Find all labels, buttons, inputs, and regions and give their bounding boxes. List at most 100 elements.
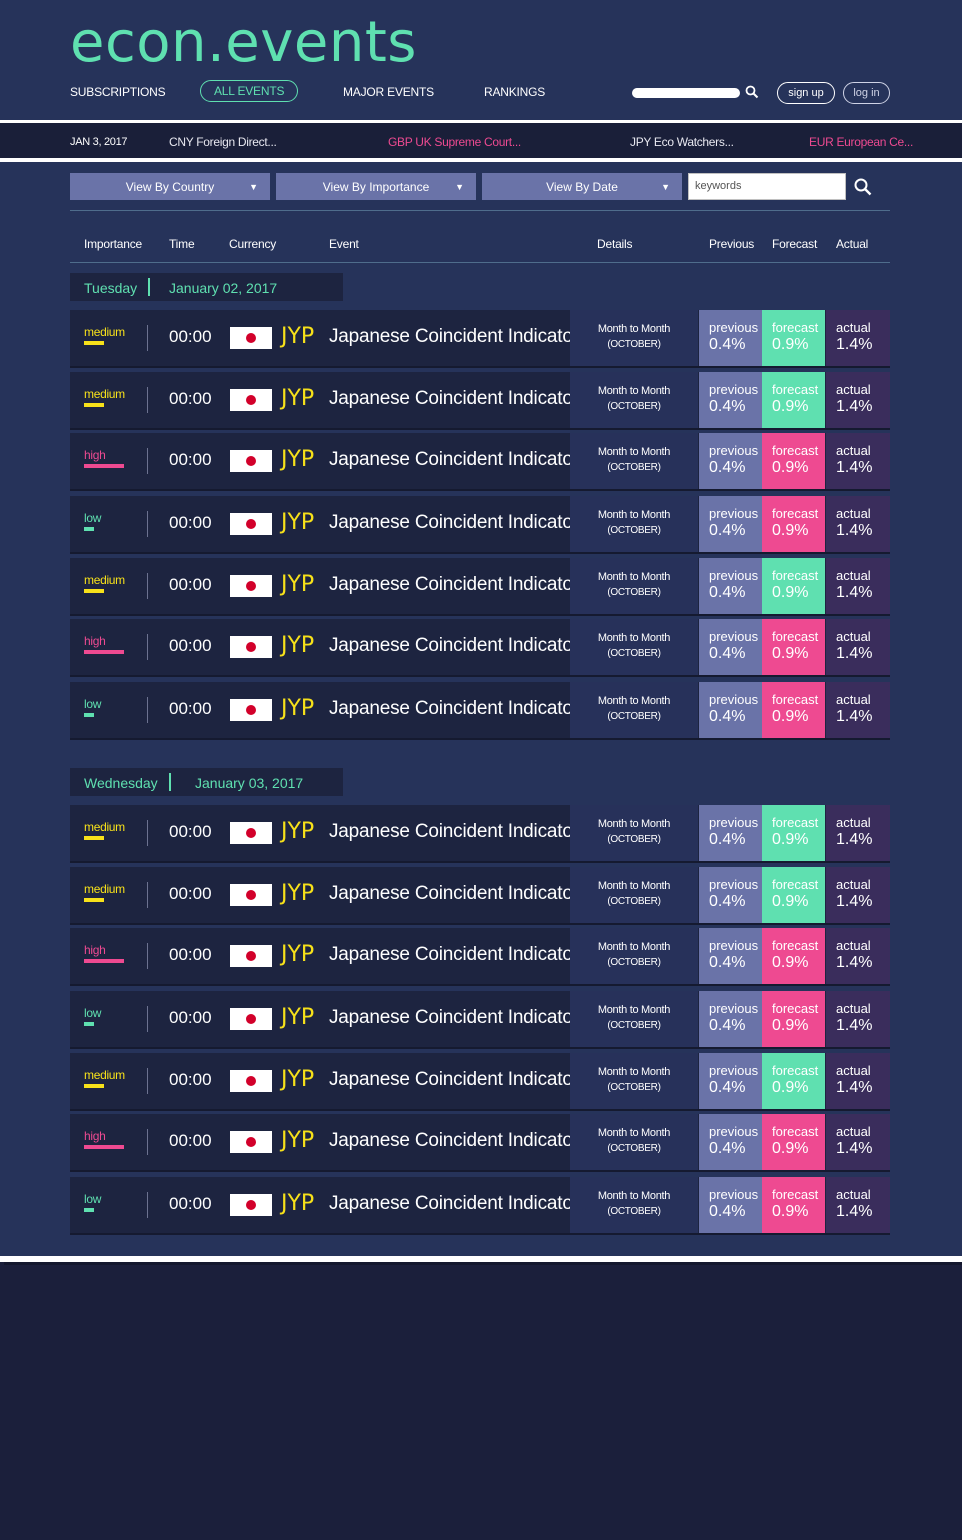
search-icon[interactable] xyxy=(854,178,872,196)
event-row[interactable]: low 00:00 JYP Japanese Coincident Indicator… xyxy=(70,991,890,1047)
nav-subscriptions[interactable]: SUBSCRIPTIONS xyxy=(70,85,166,99)
importance-bar xyxy=(84,589,104,593)
event-row[interactable]: high 00:00 JYP Japanese Coincident Indicato… xyxy=(70,1114,890,1170)
nav-rankings[interactable]: RANKINGS xyxy=(484,85,545,99)
ticker-item[interactable]: CNY Foreign Direct... xyxy=(169,135,277,149)
previous-label: previous xyxy=(709,938,759,953)
previous-label: previous xyxy=(709,692,759,707)
site-logo[interactable]: econ.events xyxy=(70,10,417,75)
details-period: Month to Month xyxy=(597,695,671,707)
actual-label: actual xyxy=(836,320,871,335)
event-time: 00:00 xyxy=(169,1008,212,1027)
currency-code: JYP xyxy=(281,942,315,967)
actual-value-box: actual 1.4% xyxy=(826,805,890,861)
col-time[interactable]: Time xyxy=(169,237,195,251)
sign-up-button[interactable]: sign up xyxy=(777,82,835,104)
event-name[interactable]: Japanese Coincident Indicator xyxy=(329,1069,579,1091)
header-search-input[interactable] xyxy=(632,88,740,98)
actual-value: 1.4% xyxy=(836,893,873,910)
previous-label: previous xyxy=(709,568,759,583)
flag-disc xyxy=(246,456,256,466)
event-name[interactable]: Japanese Coincident Indicator xyxy=(329,326,579,348)
details-period: Month to Month xyxy=(597,1127,671,1139)
flag-disc xyxy=(246,642,256,652)
ticker-item[interactable]: EUR European Ce... xyxy=(809,135,913,149)
event-name[interactable]: Japanese Coincident Indicator xyxy=(329,635,579,657)
actual-label: actual xyxy=(836,382,871,397)
col-actual[interactable]: Actual xyxy=(836,237,868,251)
actual-value-box: actual 1.4% xyxy=(826,928,890,984)
event-name[interactable]: Japanese Coincident Indicator xyxy=(329,388,579,410)
event-name[interactable]: Japanese Coincident Indicator xyxy=(329,883,579,905)
event-name[interactable]: Japanese Coincident Indicator xyxy=(329,944,579,966)
event-row[interactable]: low 00:00 JYP Japanese Coincident Indicator… xyxy=(70,682,890,738)
event-name[interactable]: Japanese Coincident Indicator xyxy=(329,574,579,596)
forecast-value-box: forecast 0.9% xyxy=(762,991,825,1047)
event-row[interactable]: high 00:00 JYP Japanese Coincident Indicato… xyxy=(70,928,890,984)
event-name[interactable]: Japanese Coincident Indicator xyxy=(329,821,579,843)
nav-major-events[interactable]: MAJOR EVENTS xyxy=(343,85,434,99)
ticker-item[interactable]: JPY Eco Watchers... xyxy=(630,135,734,149)
forecast-label: forecast xyxy=(772,1124,819,1139)
col-importance[interactable]: Importance xyxy=(84,237,142,251)
event-row[interactable]: high 00:00 JYP Japanese Coincident Indicato… xyxy=(70,619,890,675)
row-separator xyxy=(147,1068,148,1094)
importance-label: low xyxy=(84,1192,102,1206)
ticker-date: JAN 3, 2017 xyxy=(70,136,128,148)
event-row[interactable]: high 00:00 JYP Japanese Coincident Indicato… xyxy=(70,433,890,489)
forecast-label: forecast xyxy=(772,815,819,830)
forecast-label: forecast xyxy=(772,1001,819,1016)
event-name[interactable]: Japanese Coincident Indicator xyxy=(329,1130,579,1152)
details-month: (OCTOBER) xyxy=(607,401,661,412)
event-name[interactable]: Japanese Coincident Indicator xyxy=(329,698,579,720)
event-row[interactable]: medium 00:00 JYP Japanese Coincident Indica… xyxy=(70,867,890,923)
event-details: Month to Month (OCTOBER) xyxy=(570,682,698,738)
previous-label: previous xyxy=(709,382,759,397)
row-separator xyxy=(147,573,148,599)
japan-flag-icon xyxy=(230,945,272,967)
actual-value: 1.4% xyxy=(836,708,873,725)
col-event[interactable]: Event xyxy=(329,237,359,251)
actual-value: 1.4% xyxy=(836,522,873,539)
filter-date-select[interactable]: View By Date ▼ xyxy=(482,173,682,200)
ticker-item[interactable]: GBP UK Supreme Court... xyxy=(388,135,521,149)
event-details: Month to Month (OCTOBER) xyxy=(570,867,698,923)
japan-flag-icon xyxy=(230,822,272,844)
previous-value-box: previous 0.4% xyxy=(699,1114,762,1170)
event-details: Month to Month (OCTOBER) xyxy=(570,928,698,984)
event-details: Month to Month (OCTOBER) xyxy=(570,310,698,366)
filter-country-select[interactable]: View By Country ▼ xyxy=(70,173,270,200)
event-row[interactable]: low 00:00 JYP Japanese Coincident Indicator… xyxy=(70,1177,890,1233)
previous-label: previous xyxy=(709,815,759,830)
actual-value-box: actual 1.4% xyxy=(826,1177,890,1233)
news-ticker: JAN 3, 2017 CNY Foreign Direct... GBP UK… xyxy=(0,120,962,162)
event-row[interactable]: medium 00:00 JYP Japanese Coincident Indica… xyxy=(70,558,890,614)
keywords-input[interactable]: keywords xyxy=(688,173,846,200)
header-search-icon[interactable] xyxy=(745,85,759,99)
event-row[interactable]: medium 00:00 JYP Japanese Coincident Indica… xyxy=(70,310,890,366)
event-name[interactable]: Japanese Coincident Indicator xyxy=(329,512,579,534)
previous-value: 0.4% xyxy=(709,522,746,539)
forecast-label: forecast xyxy=(772,506,819,521)
event-row[interactable]: medium 00:00 JYP Japanese Coincident Indica… xyxy=(70,805,890,861)
forecast-label: forecast xyxy=(772,629,819,644)
col-forecast[interactable]: Forecast xyxy=(772,237,817,251)
event-time: 00:00 xyxy=(169,575,212,594)
col-previous[interactable]: Previous xyxy=(709,237,754,251)
event-name[interactable]: Japanese Coincident Indicator xyxy=(329,1193,579,1215)
event-name[interactable]: Japanese Coincident Indicator xyxy=(329,449,579,471)
event-name[interactable]: Japanese Coincident Indicator xyxy=(329,1007,579,1029)
filter-importance-select[interactable]: View By Importance ▼ xyxy=(276,173,476,200)
actual-value: 1.4% xyxy=(836,1017,873,1034)
actual-value-box: actual 1.4% xyxy=(826,991,890,1047)
log-in-button[interactable]: log in xyxy=(843,82,890,104)
event-row[interactable]: low 00:00 JYP Japanese Coincident Indicator… xyxy=(70,496,890,552)
actual-value-box: actual 1.4% xyxy=(826,433,890,489)
event-row[interactable]: medium 00:00 JYP Japanese Coincident Indica… xyxy=(70,1053,890,1109)
col-currency[interactable]: Currency xyxy=(229,237,276,251)
col-details[interactable]: Details xyxy=(597,237,632,251)
actual-value-box: actual 1.4% xyxy=(826,496,890,552)
nav-all-events[interactable]: ALL EVENTS xyxy=(200,80,299,102)
event-row[interactable]: medium 00:00 JYP Japanese Coincident Indica… xyxy=(70,372,890,428)
forecast-value: 0.9% xyxy=(772,1140,809,1157)
